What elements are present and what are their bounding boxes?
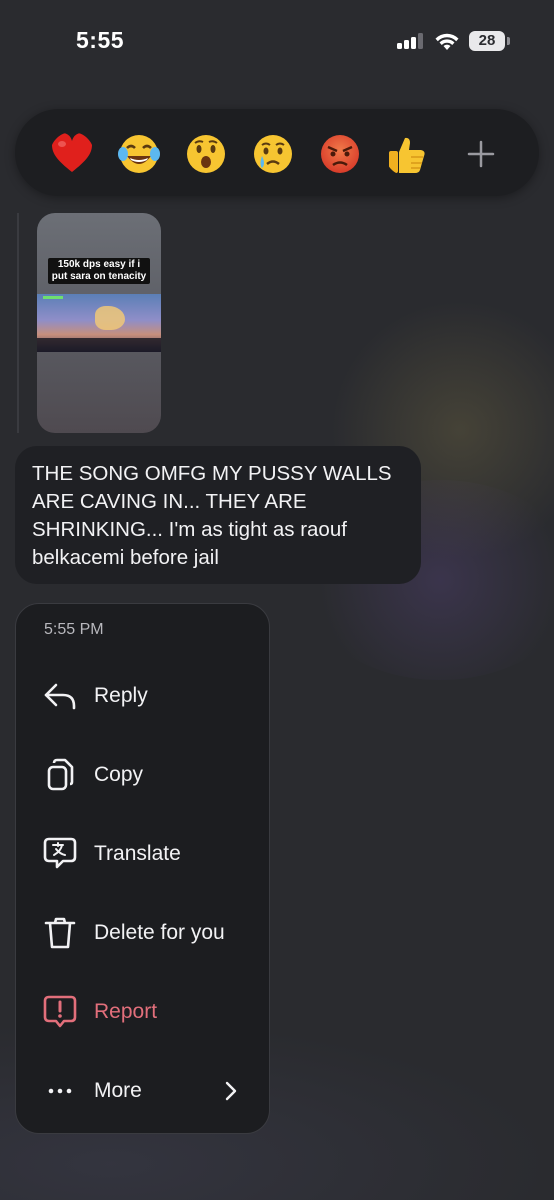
menu-item-delete-for-you[interactable]: Delete for you: [16, 898, 271, 968]
cellular-signal-icon: [397, 33, 425, 49]
video-caption: 150k dps easy if i put sara on tenacity: [48, 258, 150, 284]
menu-item-report[interactable]: Report: [16, 977, 271, 1047]
wifi-icon: [435, 33, 459, 50]
trash-icon: [44, 917, 76, 949]
battery-indicator: 28: [469, 31, 505, 51]
menu-label-copy: Copy: [94, 763, 144, 786]
video-frame: [37, 294, 161, 352]
menu-item-reply[interactable]: Reply: [16, 661, 271, 731]
menu-item-translate[interactable]: Translate: [16, 819, 271, 889]
angry-face-icon[interactable]: [318, 132, 362, 176]
report-icon: [43, 995, 77, 1028]
translate-icon: [43, 837, 77, 869]
red-heart-icon[interactable]: [50, 132, 94, 176]
menu-label-delete-for-you: Delete for you: [94, 921, 225, 944]
status-time: 5:55: [76, 27, 125, 53]
reply-arrow-icon: [44, 683, 76, 710]
crying-face-icon[interactable]: [251, 132, 295, 176]
more-dots-icon: [48, 1088, 72, 1094]
menu-item-more[interactable]: More: [16, 1056, 271, 1126]
chevron-right-icon: [225, 1081, 237, 1101]
message-text: THE SONG OMFG MY PUSSY WALLS ARE CAVING …: [32, 462, 392, 569]
menu-label-reply: Reply: [94, 684, 148, 707]
thumbs-up-icon[interactable]: [385, 132, 429, 176]
battery-tip: [507, 37, 510, 45]
add-reaction-plus-icon[interactable]: [459, 132, 503, 176]
message-timestamp: 5:55 PM: [44, 621, 104, 638]
thread-line: [17, 213, 19, 433]
menu-item-copy[interactable]: Copy: [16, 740, 271, 810]
face-with-open-mouth-icon[interactable]: [184, 132, 228, 176]
message-context-menu: 5:55 PM Reply Copy Translate Delete for …: [15, 603, 270, 1134]
message-bubble[interactable]: THE SONG OMFG MY PUSSY WALLS ARE CAVING …: [15, 446, 421, 584]
face-with-tears-of-joy-icon[interactable]: [117, 132, 161, 176]
status-bar: 5:55 28: [0, 0, 554, 80]
menu-label-more: More: [94, 1079, 142, 1102]
menu-label-report: Report: [94, 1000, 158, 1023]
menu-label-translate: Translate: [94, 842, 181, 865]
copy-icon: [47, 758, 74, 791]
reaction-bar: [15, 109, 539, 196]
shared-video-thumbnail[interactable]: 150k dps easy if i put sara on tenacity: [37, 213, 161, 433]
